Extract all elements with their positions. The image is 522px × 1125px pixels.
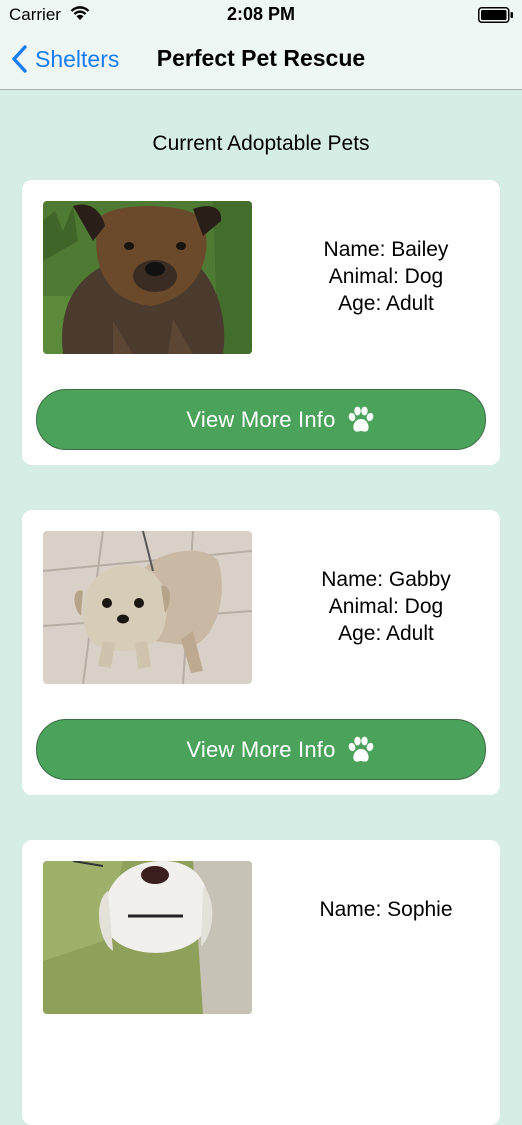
pet-photo (43, 861, 252, 1014)
view-more-info-label: View More Info (186, 736, 336, 762)
pet-name: Name: Bailey (323, 238, 449, 261)
battery-icon (478, 7, 513, 23)
pet-card: Name: Gabby Animal: Dog Age: Adult View … (22, 510, 500, 795)
view-more-info-button[interactable]: View More Info (36, 719, 486, 780)
pet-age: Age: Adult (338, 622, 434, 645)
pet-animal: Animal: Dog (328, 595, 444, 618)
pet-name: Name: Sophie (319, 898, 453, 921)
navigation-bar: Shelters Perfect Pet Rescue (0, 30, 522, 90)
pet-photo (43, 531, 252, 684)
pet-card: Name: Sophie (22, 840, 500, 1125)
view-more-info-label: View More Info (186, 406, 336, 432)
paw-icon (348, 406, 374, 432)
page-title: Perfect Pet Rescue (156, 45, 366, 71)
status-time: 2:08 PM (226, 4, 296, 24)
status-bar: Carrier 2:08 PM (0, 0, 522, 30)
section-title: Current Adoptable Pets (152, 132, 370, 155)
pet-photo (43, 201, 252, 354)
pet-age: Age: Adult (338, 292, 434, 315)
view-more-info-button[interactable]: View More Info (36, 389, 486, 450)
pet-info: Name: Gabby Animal: Dog Age: Adult (270, 566, 502, 647)
pet-animal: Animal: Dog (328, 265, 444, 288)
pet-name: Name: Gabby (321, 568, 451, 591)
pet-card: Name: Bailey Animal: Dog Age: Adult View… (22, 180, 500, 465)
pet-info: Name: Bailey Animal: Dog Age: Adult (270, 236, 502, 317)
pet-info: Name: Sophie (270, 896, 502, 923)
paw-icon (348, 736, 374, 762)
